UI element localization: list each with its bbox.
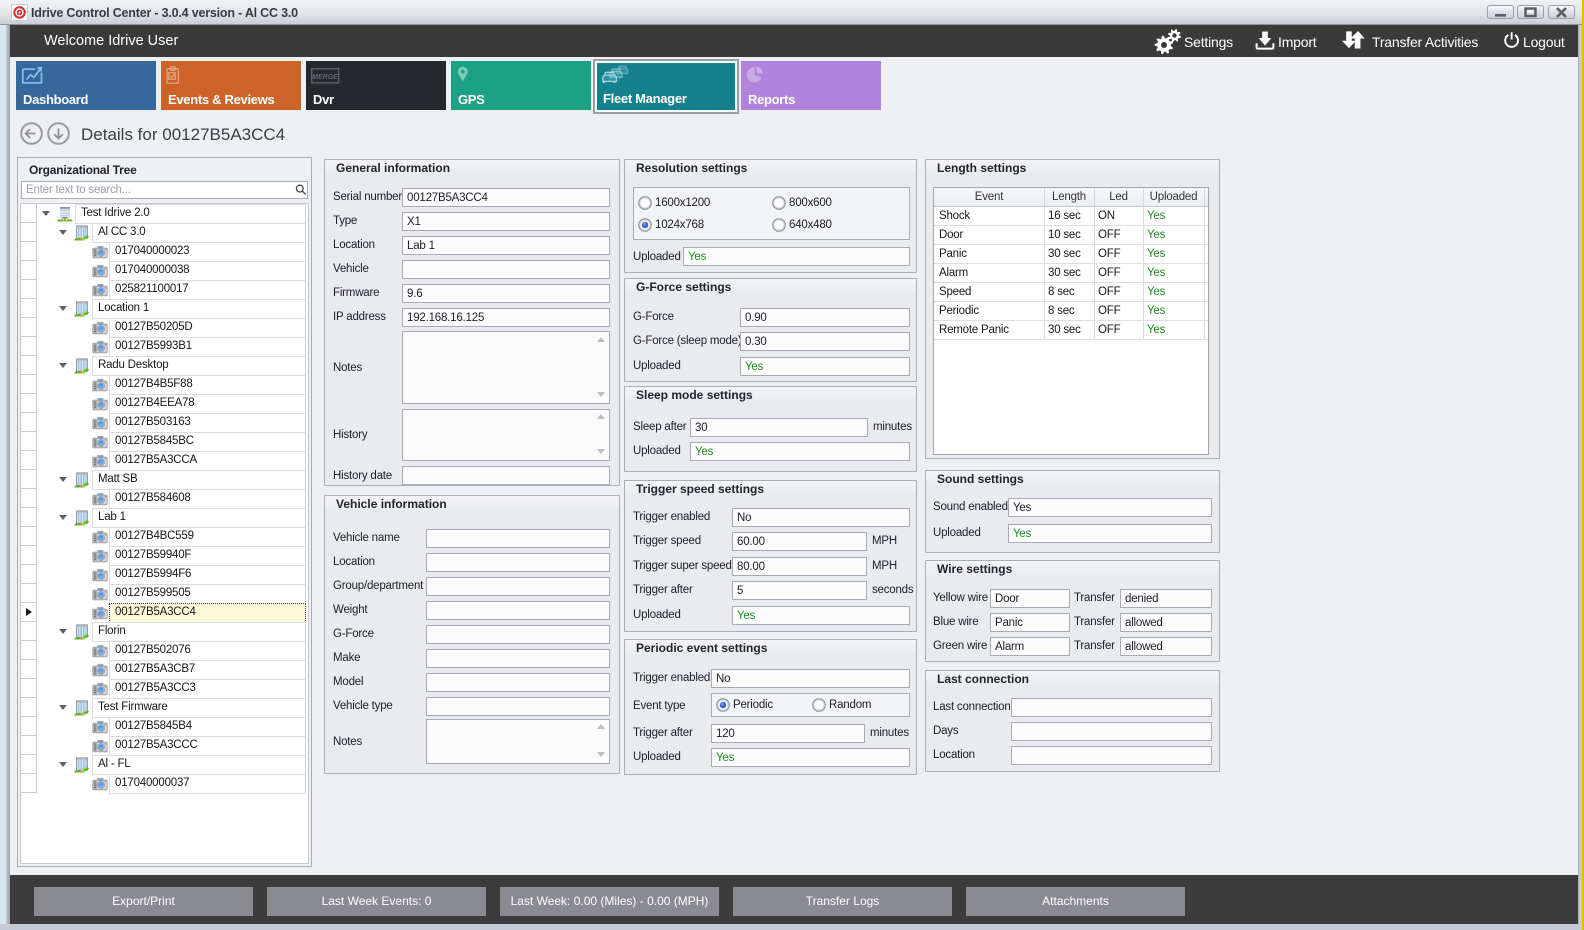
svg-text:MERGE: MERGE [312,74,338,81]
